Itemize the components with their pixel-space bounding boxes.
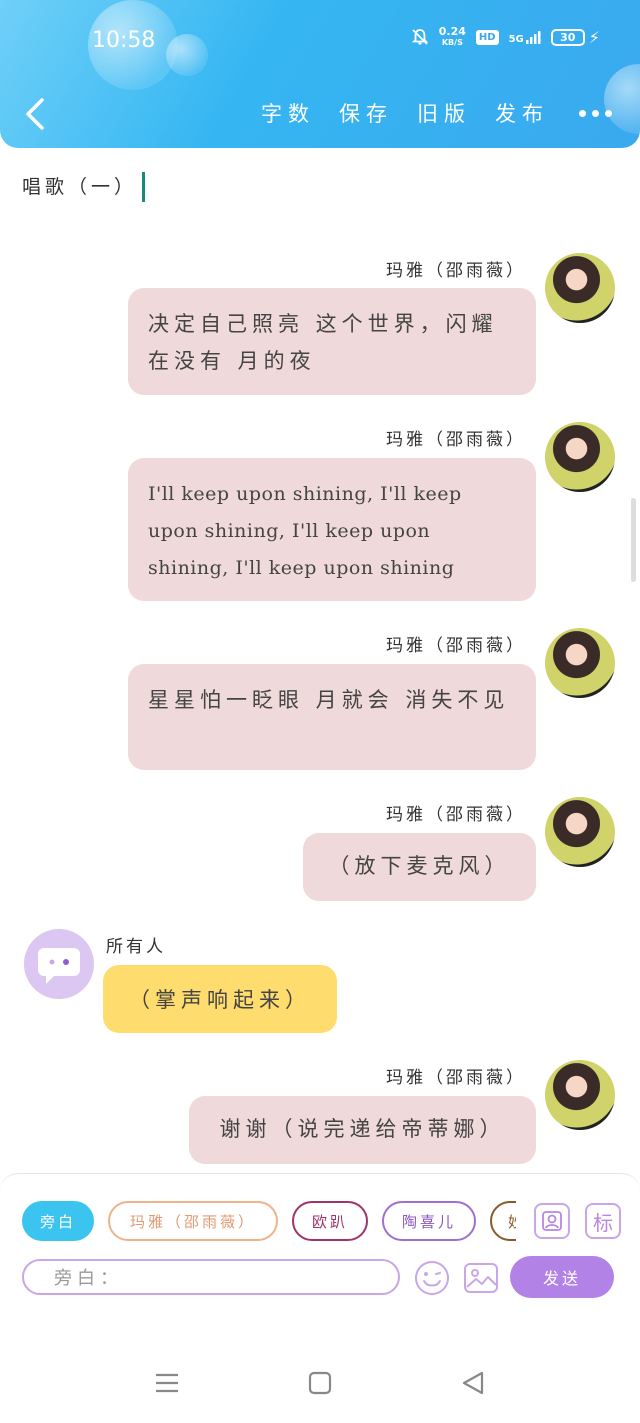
menu-icon[interactable] xyxy=(154,1370,180,1396)
header-actions: 字数 保存 旧版 发布 xyxy=(261,98,612,128)
network-speed: 0.24 KB/S xyxy=(439,26,466,48)
speaker-name: 玛雅（邵雨薇） xyxy=(386,430,526,450)
avatar[interactable] xyxy=(545,1060,615,1130)
tag-button[interactable]: 标 xyxy=(585,1203,621,1239)
status-icons: 0.24 KB/S HD 5G 30 ⚡ xyxy=(411,26,600,48)
role-manage-button[interactable] xyxy=(534,1203,570,1239)
message-bubble[interactable]: （掌声响起来） xyxy=(103,965,337,1033)
old-version-button[interactable]: 旧版 xyxy=(417,98,471,128)
back-arrow-icon[interactable] xyxy=(22,96,50,132)
role-chip-narration[interactable]: 旁白 xyxy=(22,1201,94,1241)
home-icon[interactable] xyxy=(307,1370,333,1396)
avatar[interactable] xyxy=(545,628,615,698)
decorative-bubble xyxy=(166,34,208,76)
text-cursor xyxy=(142,172,145,202)
send-button[interactable]: 发送 xyxy=(510,1256,614,1298)
publish-button[interactable]: 发布 xyxy=(495,98,549,128)
network-speed-unit: KB/S xyxy=(441,38,463,47)
speaker-name: 玛雅（邵雨薇） xyxy=(386,261,526,281)
emoji-icon[interactable] xyxy=(413,1259,451,1297)
speaker-name: 所有人 xyxy=(106,937,166,957)
avatar[interactable] xyxy=(545,253,615,323)
speaker-name: 玛雅（邵雨薇） xyxy=(386,1068,526,1088)
save-button[interactable]: 保存 xyxy=(339,98,393,128)
message-input[interactable]: 旁白： xyxy=(22,1259,400,1295)
back-icon[interactable] xyxy=(460,1370,486,1396)
speaker-name: 玛雅（邵雨薇） xyxy=(386,636,526,656)
hd-badge: HD xyxy=(475,29,499,45)
avatar[interactable] xyxy=(545,797,615,867)
avatar[interactable] xyxy=(545,422,615,492)
top-header: 10:58 0.24 KB/S HD 5G 30 ⚡ 字数 保存 旧版 发布 xyxy=(0,0,640,148)
bell-off-icon xyxy=(411,29,428,45)
chat-bubble-icon xyxy=(38,948,80,984)
role-avatar-icon xyxy=(542,1211,562,1231)
signal-bars-icon xyxy=(525,31,541,44)
more-options-icon[interactable] xyxy=(573,109,612,117)
role-chip-partial[interactable]: 妙 xyxy=(490,1201,516,1241)
role-chip-list: 旁白 玛雅（邵雨薇） 欧趴 陶喜儿 妙 xyxy=(22,1201,516,1241)
image-icon[interactable] xyxy=(462,1259,500,1297)
message-bubble[interactable]: （放下麦克风） xyxy=(303,833,536,901)
scrollbar[interactable] xyxy=(631,498,636,582)
message-bubble[interactable]: 决定自己照亮 这个世界，闪耀在没有 月的夜 xyxy=(128,288,536,395)
status-time: 10:58 xyxy=(92,28,156,53)
battery-indicator: 30 xyxy=(550,28,585,46)
signal-label: 5G xyxy=(508,34,524,45)
message-bubble[interactable]: 谢谢（说完递给帝蒂娜） xyxy=(189,1096,536,1164)
network-speed-value: 0.24 xyxy=(438,25,466,38)
message-bubble[interactable]: 星星怕一眨眼 月就会 消失不见 xyxy=(128,664,536,770)
role-chip-maya[interactable]: 玛雅（邵雨薇） xyxy=(108,1201,278,1241)
speaker-name: 玛雅（邵雨薇） xyxy=(386,805,526,825)
message-bubble[interactable]: I'll keep upon shining, I'll keep upon s… xyxy=(128,458,536,601)
role-chip-taoxier[interactable]: 陶喜儿 xyxy=(382,1201,476,1241)
avatar[interactable] xyxy=(24,929,94,999)
word-count-button[interactable]: 字数 xyxy=(261,98,315,128)
role-chip-oupa[interactable]: 欧趴 xyxy=(292,1201,368,1241)
chapter-title[interactable]: 唱歌（一） xyxy=(22,172,137,199)
charging-icon: ⚡ xyxy=(588,27,600,47)
signal-icon: 5G xyxy=(509,29,541,45)
